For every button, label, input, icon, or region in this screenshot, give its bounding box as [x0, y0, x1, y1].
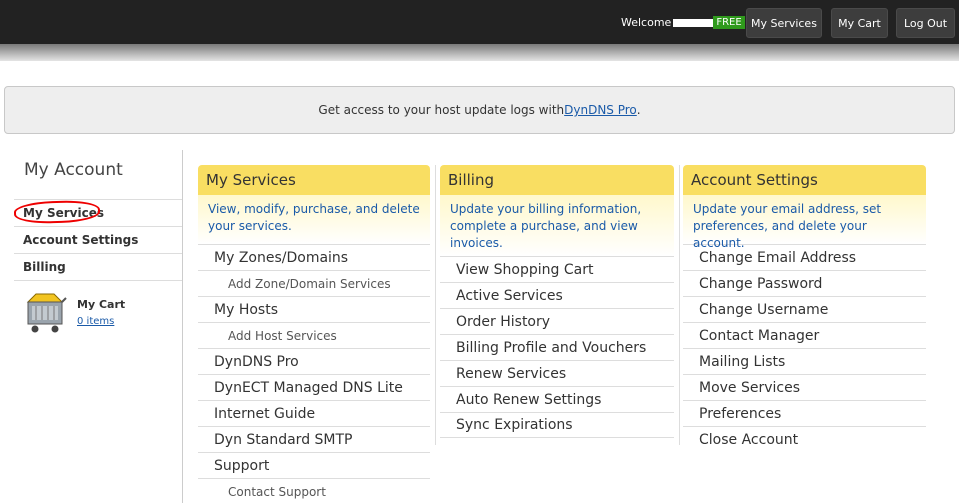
sidebar-item-billing[interactable]: Billing — [14, 253, 182, 281]
menu-item-order-history[interactable]: Order History — [440, 308, 674, 334]
menu-item-contact-manager[interactable]: Contact Manager — [683, 322, 926, 348]
billing-panel-title: Billing — [440, 165, 674, 195]
menu-item-view-shopping-cart[interactable]: View Shopping Cart — [440, 256, 674, 282]
account-settings-panel: Account Settings Update your email addre… — [683, 165, 926, 452]
menu-item-internet-guide[interactable]: Internet Guide — [198, 400, 430, 426]
welcome-label: Welcome — [621, 16, 672, 29]
menu-item-active-services[interactable]: Active Services — [440, 282, 674, 308]
menu-item-dyndns-pro[interactable]: DynDNS Pro — [198, 348, 430, 374]
cart-items-link[interactable]: 0 items — [77, 316, 114, 327]
menu-item-dyn-standard-smtp[interactable]: Dyn Standard SMTP — [198, 426, 430, 452]
billing-panel: Billing Update your billing information,… — [440, 165, 674, 438]
menu-item-my-hosts[interactable]: My Hosts — [198, 296, 430, 322]
menu-item-mailing-lists[interactable]: Mailing Lists — [683, 348, 926, 374]
sidebar-item-account-settings[interactable]: Account Settings — [14, 226, 182, 252]
menu-item-renew-services[interactable]: Renew Services — [440, 360, 674, 386]
my-services-panel-description: View, modify, purchase, and delete your … — [198, 195, 430, 244]
menu-item-my-zones-domains[interactable]: My Zones/Domains — [198, 244, 430, 270]
menu-item-auto-renew-settings[interactable]: Auto Renew Settings — [440, 386, 674, 412]
column-divider — [435, 165, 436, 445]
top-my-cart-button[interactable]: My Cart — [831, 8, 888, 38]
account-settings-panel-description: Update your email address, set preferenc… — [683, 195, 926, 250]
menu-item-close-account[interactable]: Close Account — [683, 426, 926, 452]
promo-banner: Get access to your host update logs with… — [4, 86, 955, 134]
banner-text-end: . — [636, 103, 641, 117]
my-services-panel: My Services View, modify, purchase, and … — [198, 165, 430, 504]
my-services-panel-title: My Services — [198, 165, 430, 195]
menu-item-move-services[interactable]: Move Services — [683, 374, 926, 400]
column-divider — [679, 165, 680, 445]
banner-text: Get access to your host update logs with — [318, 103, 565, 117]
account-settings-panel-title: Account Settings — [683, 165, 926, 195]
menu-item-change-username[interactable]: Change Username — [683, 296, 926, 322]
shopping-cart-icon — [24, 290, 68, 340]
sidebar-cart-title: My Cart — [77, 298, 126, 311]
account-tier-badge: FREE — [713, 16, 745, 29]
billing-panel-description: Update your billing information, complet… — [440, 195, 674, 256]
menu-item-dynect-managed-dns-lite[interactable]: DynECT Managed DNS Lite — [198, 374, 430, 400]
sidebar-title: My Account — [24, 160, 123, 180]
top-my-services-button[interactable]: My Services — [746, 8, 822, 38]
menu-item-change-password[interactable]: Change Password — [683, 270, 926, 296]
top-bar-shadow — [0, 44, 959, 61]
menu-item-support[interactable]: Support — [198, 452, 430, 478]
menu-item-contact-support[interactable]: Contact Support — [198, 478, 430, 504]
redacted-username — [673, 18, 714, 27]
dyndns-pro-link[interactable]: DynDNS Pro — [564, 103, 637, 117]
menu-item-billing-profile-vouchers[interactable]: Billing Profile and Vouchers — [440, 334, 674, 360]
menu-item-sync-expirations[interactable]: Sync Expirations — [440, 412, 674, 438]
sidebar-divider — [182, 150, 183, 503]
welcome-message: Welcome FREE — [621, 16, 745, 29]
menu-item-add-host-services[interactable]: Add Host Services — [198, 322, 430, 348]
menu-item-add-zone-domain-services[interactable]: Add Zone/Domain Services — [198, 270, 430, 296]
menu-item-preferences[interactable]: Preferences — [683, 400, 926, 426]
top-logout-button[interactable]: Log Out — [896, 8, 955, 38]
